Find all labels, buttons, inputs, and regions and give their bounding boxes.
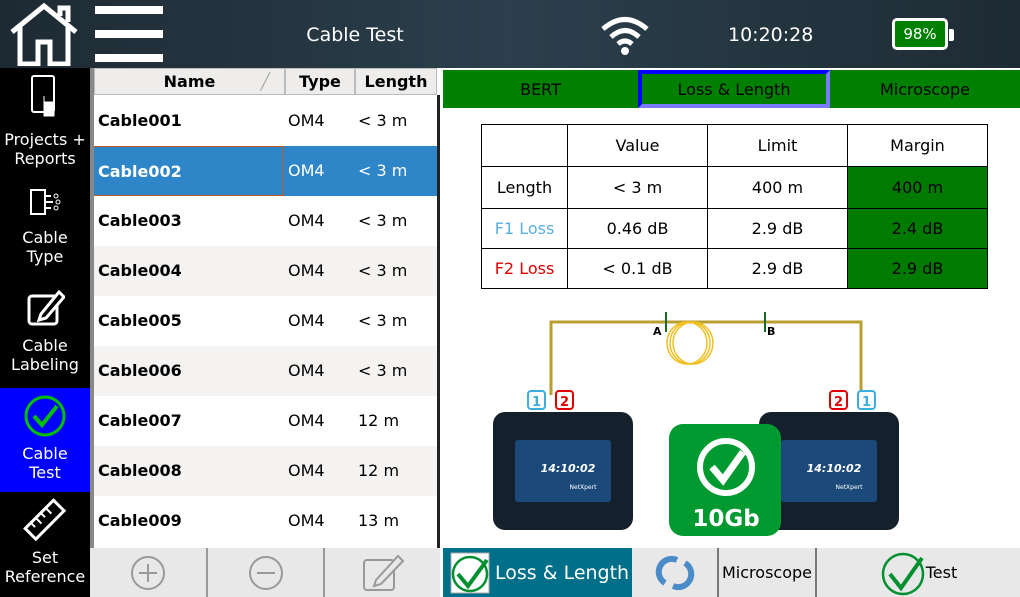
- svg-text:14:10:02: 14:10:02: [807, 462, 862, 475]
- column-header-length[interactable]: Length: [355, 68, 437, 95]
- edit-button[interactable]: [325, 548, 440, 597]
- sidebar-item-cable-labeling[interactable]: Cable Labeling: [0, 288, 90, 388]
- pass-10gb-badge: 10Gb: [669, 424, 781, 536]
- margin-cell: 400 m: [847, 166, 988, 209]
- result-row: F1 Loss 0.46 dB 2.9 dB 2.4 dB: [481, 208, 988, 249]
- bottom-action-bar: Loss & Length Microscope Test: [443, 548, 1020, 597]
- edit-icon: [27, 289, 65, 326]
- cable-name: Cable003: [98, 211, 182, 230]
- sidebar-item-cable-test[interactable]: Cable Test: [0, 388, 90, 492]
- margin-cell: 2.4 dB: [847, 208, 988, 249]
- sidebar-item-projects-reports[interactable]: Projects + Reports: [0, 74, 90, 178]
- scrollbar[interactable]: [437, 95, 440, 550]
- svg-text:2: 2: [560, 395, 569, 410]
- tab-microscope[interactable]: Microscope: [830, 70, 1020, 108]
- cable-name: Cable001: [98, 111, 182, 130]
- results-table: Value Limit Margin Length < 3 m 400 m 400 m F1…: [481, 124, 988, 289]
- point-a-label: A: [653, 325, 662, 338]
- cable-length: < 3 m: [358, 361, 408, 380]
- test-setup-diagram: A B 1 2 2 1 14:10:02 NetXpert 14:10:02 N…: [493, 312, 899, 536]
- svg-text:2: 2: [834, 395, 843, 410]
- menu-icon[interactable]: [95, 6, 165, 62]
- cable-type: OM4: [288, 161, 325, 180]
- cable-name: Cable009: [98, 511, 182, 530]
- svg-text:NetXpert: NetXpert: [836, 484, 864, 491]
- check-icon: [450, 552, 490, 593]
- table-row[interactable]: Cable001 OM4 < 3 m: [94, 96, 437, 146]
- table-row[interactable]: Cable004 OM4 < 3 m: [94, 246, 437, 296]
- table-row[interactable]: Cable002 OM4 < 3 m: [94, 146, 437, 196]
- table-row[interactable]: Cable009 OM4 13 m: [94, 496, 437, 546]
- tab-bert[interactable]: BERT: [443, 70, 638, 108]
- microscope-button[interactable]: Microscope: [719, 548, 817, 597]
- tester-device-left: 14:10:02 NetXpert: [493, 412, 633, 530]
- header-bar: Cable Test 10:20:28 98%: [0, 0, 1020, 68]
- cable-list: Name ╱ Type Length Cable001 OM4 < 3 m Cable0…: [90, 68, 440, 548]
- column-header-type[interactable]: Type: [285, 68, 355, 95]
- cable-name: Cable005: [98, 311, 182, 330]
- loss-length-button[interactable]: Loss & Length: [443, 548, 632, 597]
- table-row[interactable]: Cable005 OM4 < 3 m: [94, 296, 437, 346]
- column-header-name[interactable]: Name ╱: [94, 68, 285, 95]
- result-row: F2 Loss < 0.1 dB 2.9 dB 2.9 dB: [481, 248, 988, 289]
- list-toolbar: [90, 548, 440, 597]
- cable-type: OM4: [288, 111, 325, 130]
- add-button[interactable]: [90, 548, 208, 597]
- cable-type: OM4: [288, 411, 325, 430]
- remove-button[interactable]: [208, 548, 325, 597]
- cable-length: < 3 m: [358, 211, 408, 230]
- refresh-icon: [655, 555, 694, 590]
- table-row[interactable]: Cable008 OM4 12 m: [94, 446, 437, 496]
- cable-length: < 3 m: [358, 261, 408, 280]
- tablet-touch-icon: [31, 75, 55, 117]
- svg-text:1: 1: [532, 395, 541, 410]
- cable-type: OM4: [288, 261, 325, 280]
- home-icon[interactable]: [8, 2, 80, 66]
- svg-text:14:10:02: 14:10:02: [541, 462, 596, 475]
- cable-length: < 3 m: [358, 161, 408, 180]
- cable-name: Cable006: [98, 361, 182, 380]
- clock: 10:20:28: [728, 24, 814, 46]
- cable-type: OM4: [288, 461, 325, 480]
- cable-name: Cable002: [94, 146, 284, 196]
- cable-length: < 3 m: [358, 311, 408, 330]
- cable-length: < 3 m: [358, 111, 408, 130]
- margin-cell: 2.9 dB: [847, 248, 988, 289]
- remove-icon: [248, 555, 283, 590]
- svg-text:NetXpert: NetXpert: [570, 484, 598, 491]
- cable-name: Cable007: [98, 411, 182, 430]
- sidebar: Projects + Reports Cable Type Cable Labelin…: [0, 68, 90, 597]
- check-circle-icon: [24, 395, 66, 437]
- svg-text:1: 1: [862, 395, 871, 410]
- edit-icon: [362, 554, 404, 591]
- battery-icon: 98%: [892, 18, 954, 50]
- table-row[interactable]: Cable003 OM4 < 3 m: [94, 196, 437, 246]
- fiber-connector-icon: [30, 189, 61, 215]
- wifi-icon: [601, 17, 649, 55]
- point-b-label: B: [767, 325, 775, 338]
- cable-type: OM4: [288, 361, 325, 380]
- cable-type: OM4: [288, 511, 325, 530]
- cable-name: Cable008: [98, 461, 182, 480]
- cable-name: Cable004: [98, 261, 182, 280]
- sidebar-item-set-reference[interactable]: Set Reference: [0, 496, 90, 596]
- ruler-icon: [23, 498, 67, 542]
- cable-type: OM4: [288, 311, 325, 330]
- cable-length: 12 m: [358, 411, 400, 430]
- svg-text:10Gb: 10Gb: [692, 506, 759, 532]
- page-title: Cable Test: [306, 24, 404, 46]
- check-circle-icon: [881, 552, 924, 595]
- test-button[interactable]: Test: [817, 548, 1020, 597]
- result-row: Length < 3 m 400 m 400 m: [481, 166, 988, 209]
- tab-loss-length[interactable]: Loss & Length: [638, 70, 830, 108]
- add-icon: [131, 555, 165, 590]
- cable-length: 13 m: [358, 511, 400, 530]
- cable-type: OM4: [288, 211, 325, 230]
- table-row[interactable]: Cable007 OM4 12 m: [94, 396, 437, 446]
- cable-length: 12 m: [358, 461, 400, 480]
- table-row[interactable]: Cable006 OM4 < 3 m: [94, 346, 437, 396]
- refresh-button[interactable]: [632, 548, 719, 597]
- sidebar-item-cable-type[interactable]: Cable Type: [0, 186, 90, 286]
